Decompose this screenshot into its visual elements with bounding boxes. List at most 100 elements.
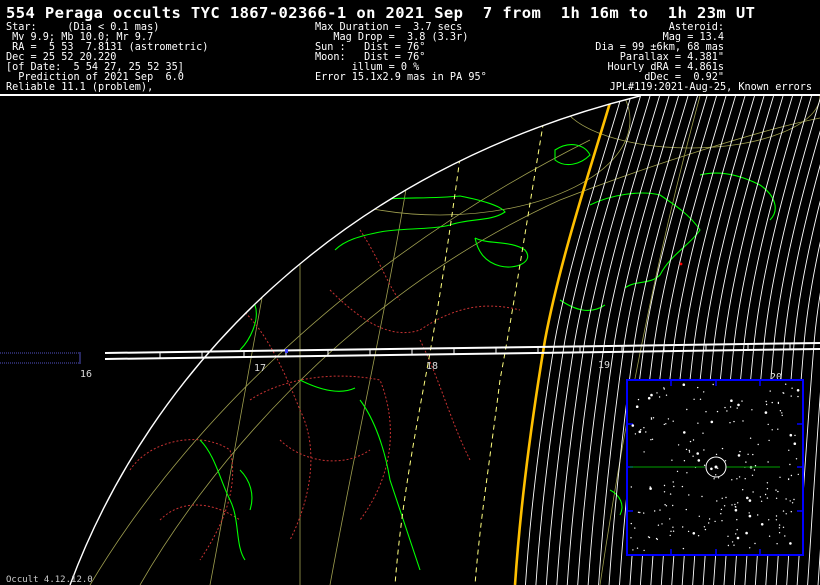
star-dot <box>630 522 632 525</box>
star-dot <box>671 459 673 461</box>
star-dot <box>697 422 699 424</box>
star-dot <box>710 467 713 471</box>
star-dot <box>697 459 701 462</box>
star-dot <box>665 423 667 425</box>
sunrise-line <box>513 96 614 585</box>
star-dot <box>631 424 635 427</box>
star-dot <box>727 535 729 537</box>
asteroid-line: JPL#119:2021-Aug-25, Known errors <box>609 82 812 93</box>
star-dot <box>682 526 684 528</box>
star-dot <box>789 500 791 502</box>
star-dot <box>672 481 674 483</box>
star-dot <box>656 392 658 394</box>
star-dot <box>651 438 654 440</box>
star-dot <box>752 491 754 493</box>
star-dot <box>703 464 706 466</box>
star-dot <box>637 511 640 513</box>
star-dot <box>735 533 737 535</box>
star-dot <box>697 535 700 537</box>
star-dot <box>677 444 680 446</box>
star-dot <box>797 473 799 476</box>
star-dot <box>672 526 674 528</box>
star-dot <box>745 461 747 463</box>
star-dot <box>748 512 750 514</box>
star-dot <box>704 528 707 531</box>
star-dot <box>742 420 744 422</box>
star-dot <box>663 491 666 493</box>
star-dot <box>775 519 778 521</box>
star-dot <box>729 406 732 408</box>
longitude-label: 17 <box>254 363 266 374</box>
star-dot <box>779 476 781 478</box>
star-dot <box>790 511 792 513</box>
star-dot <box>757 514 759 516</box>
star-dot <box>778 527 781 529</box>
star-dot <box>685 508 687 511</box>
star-dot <box>717 477 720 479</box>
star-dot <box>688 449 690 452</box>
star-dot <box>767 423 769 426</box>
star-dot <box>748 514 752 518</box>
star-dot <box>692 532 696 535</box>
star-dot <box>682 547 685 550</box>
star-dot <box>672 420 674 422</box>
star-dot <box>789 433 793 437</box>
star-dot <box>658 396 661 398</box>
star-dot <box>699 398 702 400</box>
star-dot <box>647 536 650 538</box>
star-dot <box>686 472 688 474</box>
star-dot <box>788 449 790 451</box>
star-dot <box>778 524 781 526</box>
star-dot <box>736 529 738 531</box>
star-dot <box>664 504 666 506</box>
star-dot <box>754 542 756 545</box>
star-dot <box>665 505 668 507</box>
star-dot <box>796 389 800 392</box>
star-dot <box>643 549 645 552</box>
star-dot <box>752 453 754 456</box>
star-dot <box>789 463 791 466</box>
star-dot <box>765 400 767 403</box>
star-dot <box>753 469 756 471</box>
star-dot <box>729 422 731 424</box>
star-dot <box>703 391 705 393</box>
star-dot <box>731 479 733 481</box>
star-dot <box>748 499 752 502</box>
star-dot <box>793 442 797 446</box>
star-dot <box>661 523 663 525</box>
star-dot <box>785 513 787 515</box>
star-dot <box>765 403 768 406</box>
star-dot <box>713 478 715 480</box>
star-dot <box>789 542 792 545</box>
star-dot <box>692 455 694 457</box>
star-dot <box>683 431 686 434</box>
star-dot <box>797 395 799 398</box>
star-dot <box>665 394 668 396</box>
star-dot <box>741 400 743 402</box>
star-dot <box>782 392 784 394</box>
longitude-label: 18 <box>426 361 438 372</box>
star-dot <box>776 543 778 545</box>
star-dot <box>760 523 764 526</box>
star-dot <box>701 495 703 498</box>
star-dot <box>736 478 738 480</box>
star-dot <box>667 418 670 420</box>
star-dot <box>742 489 744 491</box>
star-dot <box>649 487 652 490</box>
star-dot <box>689 440 692 443</box>
star-dot <box>766 497 769 499</box>
star-dot <box>716 410 719 413</box>
star-dot <box>782 510 785 512</box>
star-dot <box>781 414 783 417</box>
star-dot <box>636 547 639 549</box>
star-dot <box>637 398 640 401</box>
star-dot <box>757 443 759 446</box>
star-dot <box>794 434 796 437</box>
error-limit-line <box>474 96 549 585</box>
star-dot <box>791 387 793 389</box>
star-dot <box>698 515 700 517</box>
star-dot <box>767 461 769 463</box>
star-dot <box>715 453 718 456</box>
star-dot <box>656 538 658 541</box>
star-dot <box>779 410 782 412</box>
